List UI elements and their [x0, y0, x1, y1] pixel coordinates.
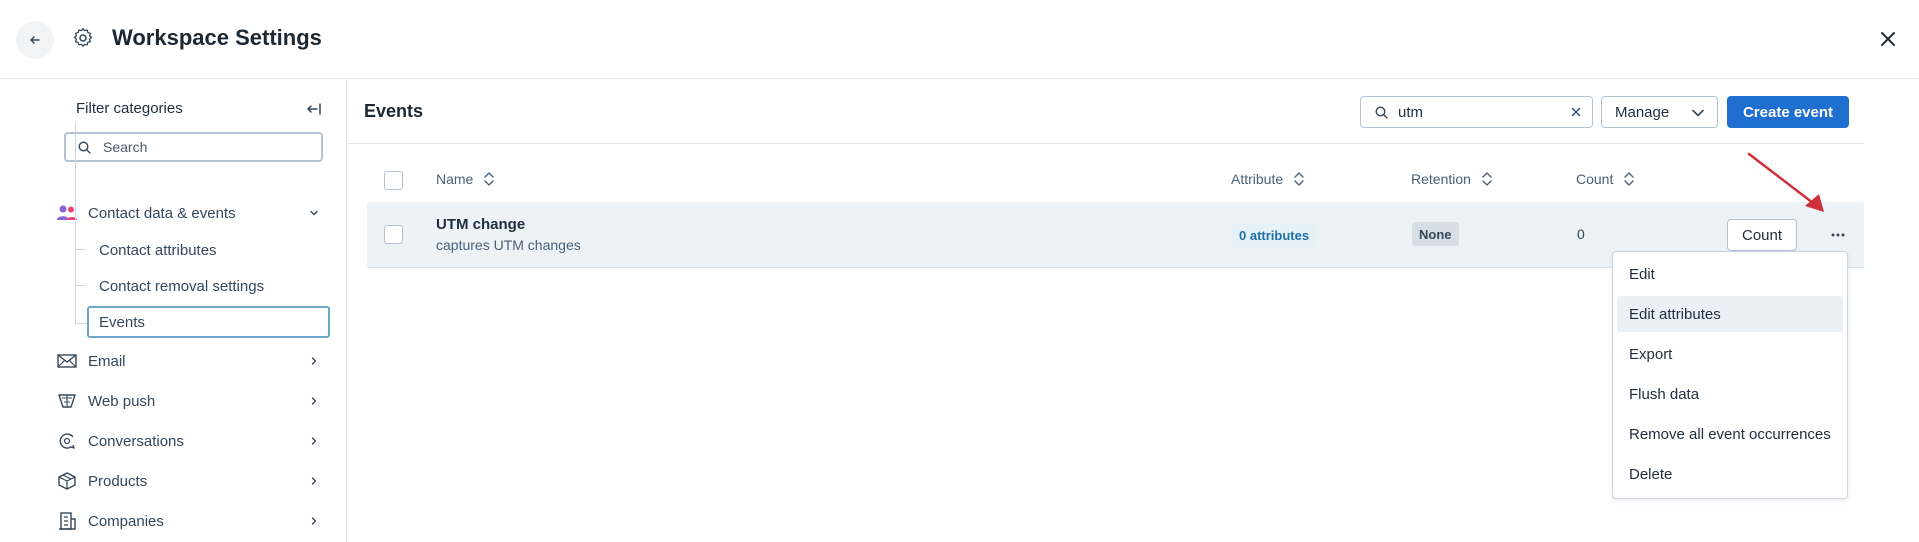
- clear-icon[interactable]: [1570, 106, 1582, 118]
- events-search[interactable]: [1360, 96, 1593, 128]
- tree-line: [75, 122, 76, 325]
- events-search-input[interactable]: [1398, 103, 1548, 121]
- gear-icon: [73, 28, 93, 47]
- events-title: Events: [364, 101, 424, 121]
- sidebar-item-label: Products: [88, 472, 148, 490]
- actions-menu: Edit Edit attributes Export Flush data R…: [1612, 251, 1848, 499]
- sidebar-item-products[interactable]: Products: [56, 466, 330, 496]
- sidebar-item-conversations[interactable]: Conversations: [56, 426, 330, 456]
- sidebar-item-label: Email: [88, 352, 126, 370]
- products-icon: [56, 470, 78, 492]
- chevron-right-icon: [311, 517, 317, 525]
- header: Workspace Settings: [0, 0, 1919, 79]
- menu-item-edit[interactable]: Edit: [1617, 256, 1843, 292]
- chevron-right-icon: [311, 357, 317, 365]
- chevron-right-icon: [311, 477, 317, 485]
- conversations-icon: [56, 430, 78, 452]
- sidebar-item-label: Contact data & events: [88, 204, 236, 222]
- sidebar-subitem-contact-attributes[interactable]: Contact attributes: [75, 234, 330, 266]
- column-header-retention[interactable]: Retention: [1411, 171, 1493, 187]
- companies-icon: [56, 510, 78, 532]
- more-actions-button[interactable]: [1826, 224, 1850, 246]
- sort-icon: [1482, 172, 1492, 186]
- sidebar-item-contact-data-events[interactable]: Contact data & events: [56, 198, 330, 228]
- sidebar-item-email[interactable]: Email: [56, 346, 330, 376]
- menu-item-remove-occurrences[interactable]: Remove all event occurrences: [1617, 416, 1843, 452]
- web-push-icon: [56, 390, 78, 412]
- event-name[interactable]: UTM change: [436, 216, 525, 233]
- sidebar-search-input[interactable]: [103, 139, 303, 155]
- menu-item-flush-data[interactable]: Flush data: [1617, 376, 1843, 412]
- select-all-checkbox[interactable]: [384, 171, 403, 190]
- filter-categories-title: Filter categories: [76, 100, 183, 117]
- more-horizontal-icon: [1831, 233, 1845, 237]
- row-checkbox[interactable]: [384, 225, 403, 244]
- sidebar-item-label: Companies: [88, 512, 164, 530]
- column-header-name[interactable]: Name: [436, 171, 495, 187]
- attributes-badge[interactable]: 0 attributes: [1231, 223, 1318, 247]
- column-header-attribute[interactable]: Attribute: [1231, 171, 1305, 187]
- sort-icon: [1294, 172, 1304, 186]
- chevron-right-icon: [311, 437, 317, 445]
- sidebar-item-label: Web push: [88, 392, 156, 410]
- retention-badge: None: [1412, 222, 1459, 246]
- sidebar-item-web-push[interactable]: Web push: [56, 386, 330, 416]
- count-value: 0: [1577, 226, 1585, 242]
- search-icon: [1375, 105, 1388, 119]
- sidebar-item-companies[interactable]: Companies: [56, 506, 330, 536]
- arrow-left-icon: [30, 36, 40, 44]
- menu-item-edit-attributes[interactable]: Edit attributes: [1617, 296, 1843, 332]
- sidebar-subitem-events[interactable]: Events: [77, 306, 330, 338]
- back-button[interactable]: [16, 21, 54, 59]
- menu-item-delete[interactable]: Delete: [1617, 456, 1843, 492]
- close-icon[interactable]: [1877, 28, 1899, 50]
- manage-dropdown[interactable]: Manage: [1601, 96, 1718, 128]
- sort-icon: [1624, 172, 1635, 186]
- sidebar-search[interactable]: [64, 132, 323, 162]
- sort-icon: [484, 172, 495, 186]
- divider: [347, 143, 1864, 144]
- page-title: Workspace Settings: [112, 25, 322, 50]
- menu-item-export[interactable]: Export: [1617, 336, 1843, 372]
- event-description: captures UTM changes: [436, 237, 581, 253]
- search-icon: [78, 140, 91, 154]
- sidebar-subitem-contact-removal-settings[interactable]: Contact removal settings: [75, 270, 330, 302]
- collapse-sidebar-icon[interactable]: [306, 100, 324, 118]
- chevron-down-icon: [1692, 109, 1704, 117]
- manage-label: Manage: [1615, 103, 1670, 121]
- chevron-right-icon: [311, 397, 317, 405]
- sidebar-item-label: Conversations: [88, 432, 184, 450]
- count-button[interactable]: Count: [1727, 219, 1797, 251]
- create-event-button[interactable]: Create event: [1727, 96, 1849, 128]
- email-icon: [56, 350, 78, 372]
- column-header-count[interactable]: Count: [1576, 171, 1635, 187]
- chevron-down-icon: [310, 210, 318, 216]
